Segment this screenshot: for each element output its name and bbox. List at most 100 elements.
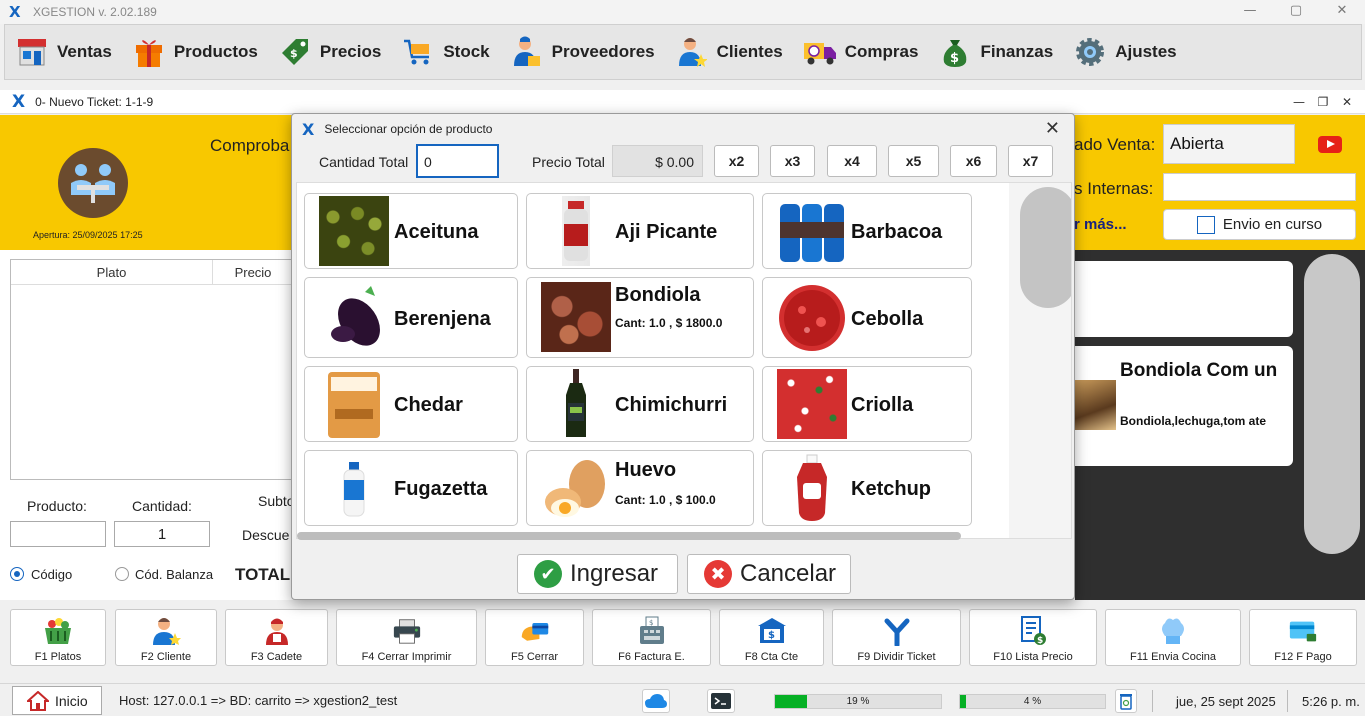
product-card-huevo[interactable]: Huevo Cant: 1.0 , $ 100.0 [526, 450, 754, 526]
cantidad-input[interactable]: 1 [114, 521, 210, 547]
balanza-radio-label: Cód. Balanza [135, 567, 214, 582]
product-name: Chimichurri [615, 394, 728, 416]
multiplier-x3-button[interactable]: x3 [770, 145, 815, 177]
product-name: Chedar [394, 394, 463, 416]
client-icon [675, 35, 709, 69]
f2-cliente-button[interactable]: F2 Cliente [115, 609, 217, 666]
menu-ajustes[interactable]: Ajustes [1063, 25, 1177, 79]
recycle-icon[interactable] [1115, 689, 1137, 713]
progress-fill-2 [960, 695, 966, 708]
codigo-radio[interactable] [10, 567, 24, 581]
dish-card-bondiola-comun[interactable]: Bondiola Com un Bondiola,lechuga,tom ate [1075, 346, 1293, 466]
column-header-precio[interactable]: Precio [213, 260, 293, 285]
ver-mas-link[interactable]: r más... [1074, 216, 1127, 233]
notas-internas-input[interactable] [1163, 173, 1356, 201]
product-card-aceituna[interactable]: Aceituna [304, 193, 518, 269]
dialog-logo-icon: X [302, 119, 315, 139]
card-icon [520, 616, 550, 646]
dishes-scrollbar[interactable] [1304, 254, 1360, 554]
product-card-cebolla[interactable]: Cebolla [762, 277, 972, 358]
product-card-ketchup[interactable]: Ketchup [762, 450, 972, 526]
f8-cta-cte-button[interactable]: $ F8 Cta Cte [719, 609, 824, 666]
cantidad-total-label: Cantidad Total [319, 154, 409, 170]
product-grid-hscroll-thumb[interactable] [297, 532, 961, 540]
product-grid[interactable]: Aceituna Aji Picante Barbacoa Berenjena … [296, 182, 1072, 539]
product-card-chedar[interactable]: Chedar [304, 366, 518, 442]
cantidad-total-input[interactable]: 0 [416, 144, 499, 178]
dish-image [1075, 380, 1116, 430]
f9-dividir-ticket-button[interactable]: F9 Dividir Ticket [832, 609, 961, 666]
producto-input[interactable] [10, 521, 106, 547]
ticket-close-button[interactable]: ✕ [1335, 95, 1359, 109]
cancelar-button[interactable]: ✖ Cancelar [687, 554, 851, 594]
multiplier-x6-button[interactable]: x6 [950, 145, 997, 177]
f4-cerrar-imprimir-button[interactable]: F4 Cerrar Imprimir [336, 609, 477, 666]
f11-envia-cocina-button[interactable]: F11 Envia Cocina [1105, 609, 1241, 666]
menu-stock[interactable]: Stock [391, 25, 490, 79]
fkey-label: F1 Platos [34, 651, 82, 663]
column-header-plato[interactable]: Plato [11, 260, 213, 285]
menu-clientes[interactable]: Clientes [665, 25, 783, 79]
fkey-label: F9 Dividir Ticket [857, 651, 936, 663]
app-titlebar: X XGESTION v. 2.02.189 — ▢ ✕ [0, 0, 1365, 24]
inicio-button[interactable]: Inicio [12, 686, 102, 715]
product-card-barbacoa[interactable]: Barbacoa [762, 193, 972, 269]
progress-fill-1 [775, 695, 807, 708]
dish-card[interactable] [1075, 261, 1293, 337]
youtube-icon[interactable] [1318, 136, 1342, 153]
product-image [319, 196, 389, 266]
close-button[interactable]: ✕ [1319, 0, 1365, 24]
ticket-minimize-button[interactable]: — [1287, 95, 1311, 109]
progress-text-2: 4 % [1023, 696, 1042, 707]
product-card-berenjena[interactable]: Berenjena [304, 277, 518, 358]
ticket-items-table[interactable]: Plato Precio [10, 259, 295, 480]
menu-finanzas[interactable]: $ Finanzas [928, 25, 1053, 79]
price-list-icon: $ [1018, 616, 1048, 646]
product-card-fugazetta[interactable]: Fugazetta [304, 450, 518, 526]
product-image [541, 369, 611, 439]
product-card-criolla[interactable]: Criolla [762, 366, 972, 442]
menu-productos[interactable]: Productos [122, 25, 258, 79]
f6-factura-button[interactable]: $ F6 Factura E. [592, 609, 711, 666]
dish-description: Bondiola,lechuga,tom ate [1120, 414, 1267, 428]
gear-icon [1073, 35, 1107, 69]
product-grid-vscroll-thumb[interactable] [1020, 187, 1071, 308]
estado-venta-field[interactable]: Abierta [1163, 124, 1295, 164]
price-tag-icon: $ [278, 35, 312, 69]
terminal-icon[interactable] [707, 689, 735, 713]
f5-cerrar-button[interactable]: F5 Cerrar [485, 609, 584, 666]
product-card-chimichurri[interactable]: Chimichurri [526, 366, 754, 442]
menu-precios[interactable]: $ Precios [268, 25, 381, 79]
multiplier-x2-button[interactable]: x2 [714, 145, 759, 177]
product-card-aji-picante[interactable]: Aji Picante [526, 193, 754, 269]
product-name: Barbacoa [851, 221, 943, 243]
app-logo-icon: X [9, 3, 21, 21]
product-name: Cebolla [851, 308, 924, 330]
maximize-button[interactable]: ▢ [1273, 0, 1319, 24]
dialog-close-icon[interactable]: ✕ [1045, 118, 1060, 139]
ticket-title: 0- Nuevo Ticket: 1-1-9 [35, 94, 154, 109]
minimize-button[interactable]: — [1227, 0, 1273, 24]
product-image [777, 282, 847, 352]
codigo-radio-label: Código [31, 567, 73, 582]
ingresar-button[interactable]: ✔ Ingresar [517, 554, 678, 594]
product-card-bondiola[interactable]: Bondiola Cant: 1.0 , $ 1800.0 [526, 277, 754, 358]
envio-label: Envio en curso [1222, 216, 1323, 233]
menu-ventas[interactable]: Ventas [5, 25, 112, 79]
multiplier-x5-button[interactable]: x5 [888, 145, 939, 177]
f1-platos-button[interactable]: F1 Platos [10, 609, 106, 666]
status-date: jue, 25 sept 2025 [1176, 694, 1276, 709]
f3-cadete-button[interactable]: F3 Cadete [225, 609, 328, 666]
cloud-icon[interactable] [642, 689, 670, 713]
balanza-radio[interactable] [115, 567, 129, 581]
envio-en-curso-checkbox[interactable]: Envio en curso [1163, 209, 1356, 240]
menu-proveedores[interactable]: Proveedores [500, 25, 655, 79]
multiplier-x7-button[interactable]: x7 [1008, 145, 1053, 177]
multiplier-x4-button[interactable]: x4 [827, 145, 877, 177]
menu-label: Ventas [57, 42, 112, 61]
f12-forma-pago-button[interactable]: F12 F Pago [1249, 609, 1357, 666]
f10-lista-precio-button[interactable]: $ F10 Lista Precio [969, 609, 1097, 666]
ticket-restore-button[interactable]: ❐ [1311, 95, 1335, 109]
menu-compras[interactable]: Compras [793, 25, 918, 79]
fkey-label: F3 Cadete [250, 651, 303, 663]
